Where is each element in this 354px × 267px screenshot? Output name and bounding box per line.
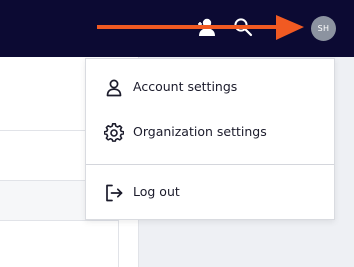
top-navigation-bar: SH: [0, 0, 354, 57]
menu-item-label: Organization settings: [133, 124, 267, 139]
menu-item-label: Account settings: [133, 79, 238, 94]
user-add-icon[interactable]: [196, 17, 218, 37]
divider: [0, 220, 118, 221]
menu-item-account-settings[interactable]: Account settings: [86, 68, 334, 108]
person-icon: [106, 79, 122, 97]
gear-icon: [104, 123, 124, 142]
menu-item-organization-settings[interactable]: Organization settings: [86, 113, 334, 153]
menu-item-log-out[interactable]: Log out: [86, 173, 334, 213]
search-icon[interactable]: [233, 17, 253, 37]
logout-icon: [106, 184, 123, 202]
user-avatar-button[interactable]: SH: [311, 16, 336, 41]
menu-divider: [86, 164, 334, 165]
account-dropdown-menu: Account settings Organization settings L…: [85, 58, 335, 220]
menu-item-label: Log out: [133, 184, 180, 199]
